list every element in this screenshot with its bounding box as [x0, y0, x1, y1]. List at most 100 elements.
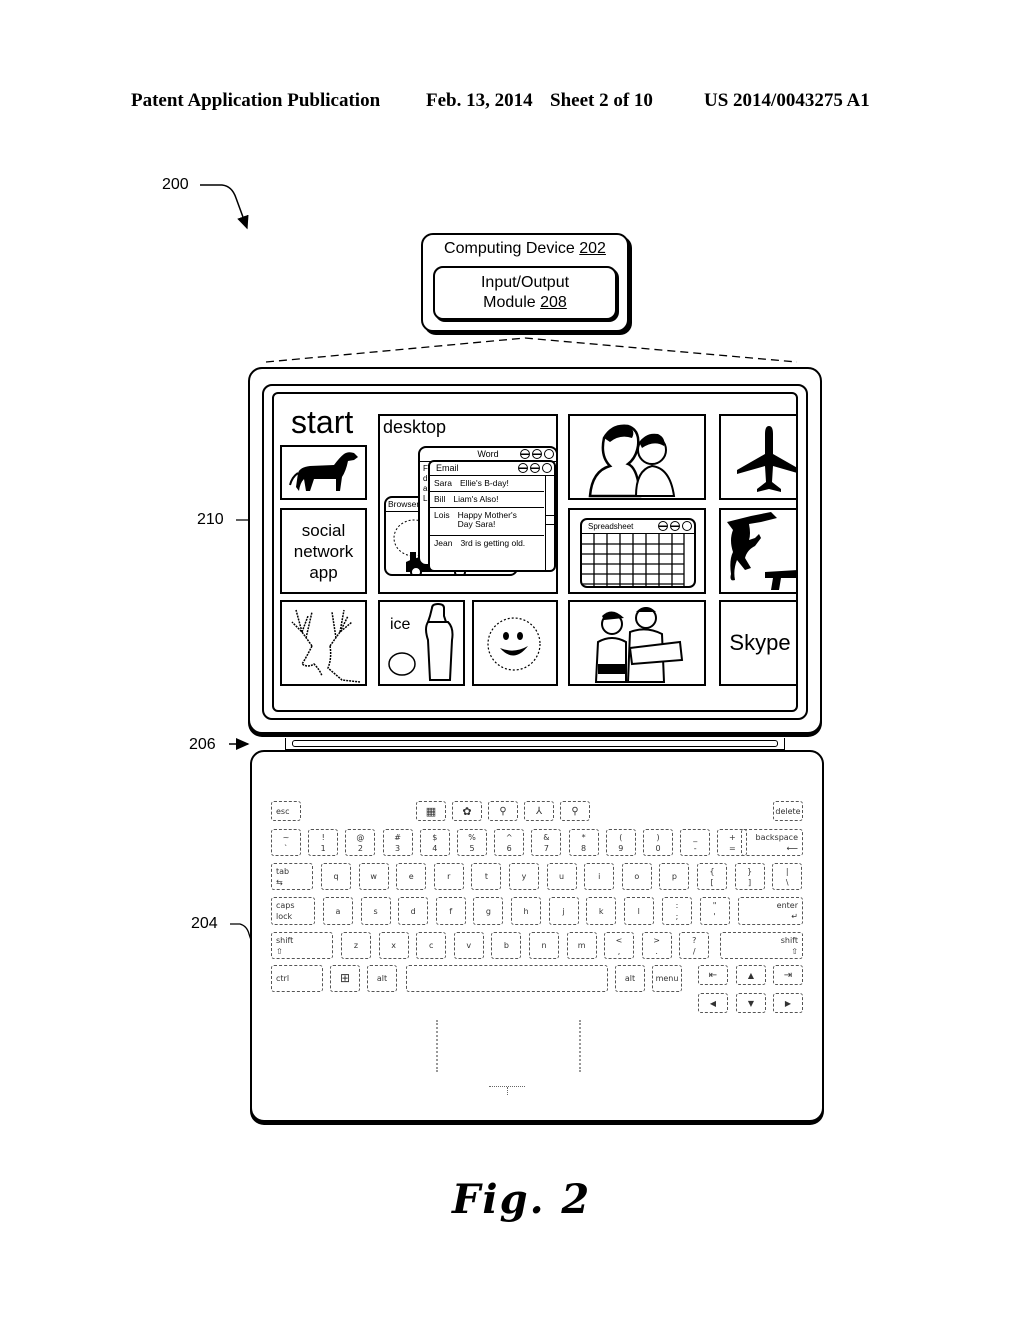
key-devices[interactable]: ⅄ [524, 801, 554, 821]
key-punct[interactable]: <, [604, 932, 634, 959]
key-right[interactable]: ▶ [773, 993, 803, 1013]
key-punct[interactable]: " ' [699, 897, 730, 925]
key-w[interactable]: w [358, 863, 389, 890]
key-`[interactable]: ~ ` [271, 829, 301, 856]
maximize-icon[interactable] [532, 449, 542, 459]
key-delete[interactable]: delete [773, 801, 803, 821]
key-i[interactable]: i [584, 863, 615, 890]
email-row[interactable]: Bill Liam's Also! [430, 492, 544, 508]
minimize-icon[interactable] [518, 463, 528, 473]
key-0[interactable]: ) 0 [643, 829, 673, 856]
key-windows[interactable]: ⊞ [330, 965, 360, 992]
email-window[interactable]: Email Sara Ellie's B-day! Bill Liam's Also… [428, 460, 556, 572]
email-row[interactable]: Lois Happy Mother's Day Sara! [430, 508, 544, 536]
key-o[interactable]: o [621, 863, 652, 890]
tile-spreadsheet[interactable]: Spreadsheet [568, 508, 706, 594]
tile-airplane[interactable] [719, 414, 796, 500]
key-m[interactable]: m [566, 932, 597, 959]
key-caps-lock[interactable]: caps lock [271, 897, 315, 925]
key-3[interactable]: #3 [382, 829, 413, 856]
key-n[interactable]: n [529, 932, 559, 959]
key-tab[interactable]: tab ⇆ [271, 863, 313, 890]
key-punct[interactable]: :; [662, 897, 692, 925]
tile-game[interactable] [719, 508, 796, 594]
email-scrollbar[interactable] [545, 475, 554, 570]
key-c[interactable]: c [416, 932, 447, 959]
key-d[interactable]: d [398, 897, 429, 925]
key-8[interactable]: * 8 [568, 829, 599, 856]
key-shift-left[interactable]: shift ⇧ [271, 932, 333, 959]
key-1[interactable]: ! 1 [308, 829, 339, 856]
key-k[interactable]: k [586, 897, 617, 925]
key-enter[interactable]: enter ↵ [738, 897, 803, 925]
key-f[interactable]: f [435, 897, 466, 925]
key-space[interactable] [406, 965, 608, 992]
key-bracket[interactable]: {[ [697, 863, 727, 890]
key-a[interactable]: a [323, 897, 353, 925]
key-share[interactable]: ⚲ [488, 801, 518, 821]
key-l[interactable]: l [623, 897, 654, 925]
key-v[interactable]: v [453, 932, 484, 959]
key-up[interactable]: ▲ [736, 965, 766, 985]
key-ctrl[interactable]: ctrl [271, 965, 323, 992]
key-z[interactable]: z [341, 932, 371, 959]
trackpad[interactable] [436, 1020, 581, 1072]
key-alt-right[interactable]: alt [615, 965, 645, 992]
tile-sun[interactable] [472, 600, 558, 686]
close-icon[interactable] [544, 449, 554, 459]
key-4[interactable]: $4 [419, 829, 450, 856]
key-esc[interactable]: esc [271, 801, 301, 821]
key-s[interactable]: s [360, 897, 391, 925]
key-q[interactable]: q [321, 863, 351, 890]
key-home[interactable]: ⇤ [698, 965, 728, 985]
tile-desktop[interactable]: desktop Browser Word F d a L Email Sara … [378, 414, 558, 594]
key-shift-right[interactable]: shift ⇧ [720, 932, 803, 959]
key-t[interactable]: t [471, 863, 502, 890]
key-r[interactable]: r [433, 863, 464, 890]
key-grid[interactable]: ▦ [416, 801, 446, 821]
tile-family-photo[interactable] [568, 414, 706, 500]
scroll-thumb[interactable] [546, 515, 554, 525]
key-u[interactable]: u [546, 863, 577, 890]
maximize-icon[interactable] [530, 463, 540, 473]
key-punct[interactable]: >. [641, 932, 672, 959]
key-2[interactable]: @2 [345, 829, 376, 856]
email-subject: Ellie's B-day! [459, 478, 509, 488]
tile-skype[interactable]: Skype [719, 600, 796, 686]
tile-people-photo[interactable] [568, 600, 706, 686]
key-bracket[interactable]: }] [734, 863, 765, 890]
key-e[interactable]: e [396, 863, 427, 890]
key-search[interactable]: ⚲ [560, 801, 590, 821]
tile-deer[interactable] [280, 600, 367, 686]
key-label: t [484, 872, 488, 881]
key-alt-left[interactable]: alt [367, 965, 397, 992]
key-backspace[interactable]: backspace ⟵ [741, 829, 803, 856]
tile-dog[interactable] [280, 445, 367, 500]
key-settings[interactable]: ✿ [452, 801, 482, 821]
key-9[interactable]: (9 [605, 829, 636, 856]
tile-ice[interactable]: ice [378, 600, 465, 686]
key-y[interactable]: y [509, 863, 539, 890]
key-bracket[interactable]: | \ [772, 863, 803, 890]
key-end[interactable]: ⇥ [773, 965, 803, 985]
key-7[interactable]: & 7 [531, 829, 562, 856]
key-left[interactable]: ◀ [698, 993, 728, 1013]
minimize-icon[interactable] [520, 449, 530, 459]
key-h[interactable]: h [511, 897, 541, 925]
key-6[interactable]: ^ 6 [494, 829, 525, 856]
tile-social-network-app[interactable]: social network app [280, 508, 367, 594]
key--[interactable]: _ - [680, 829, 711, 856]
key-x[interactable]: x [378, 932, 409, 959]
email-row[interactable]: Jean 3rd is getting old. [430, 536, 544, 551]
key-j[interactable]: j [548, 897, 579, 925]
key-5[interactable]: % 5 [457, 829, 487, 856]
email-row[interactable]: Sara Ellie's B-day! [430, 476, 544, 492]
key-menu[interactable]: menu [652, 965, 682, 992]
key-g[interactable]: g [473, 897, 504, 925]
key-b[interactable]: b [491, 932, 522, 959]
key-=[interactable]: + = [717, 829, 748, 856]
key-p[interactable]: p [659, 863, 690, 890]
key-punct[interactable]: ? / [679, 932, 710, 959]
close-icon[interactable] [542, 463, 552, 473]
key-down[interactable]: ▼ [736, 993, 766, 1013]
